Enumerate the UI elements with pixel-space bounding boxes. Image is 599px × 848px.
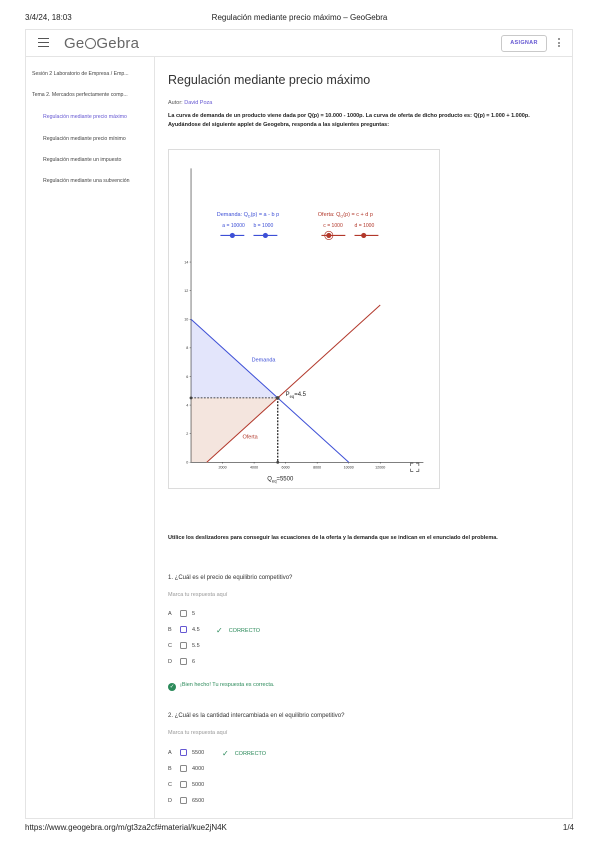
menu-icon[interactable] <box>38 38 49 47</box>
fullscreen-icon[interactable] <box>410 462 420 472</box>
y-tick-label: 2 <box>186 432 188 436</box>
author-link[interactable]: David Poza <box>184 100 212 106</box>
slider-d-label: d = 1000 <box>355 223 375 229</box>
q1-feedback: ✓ ¡Bien hecho! Tu respuesta es correcta. <box>168 682 275 691</box>
demand-curve-label: Demanda <box>252 357 277 363</box>
top-bar: Ge Gebra ASIGNAR <box>26 30 572 57</box>
print-url: https://www.geogebra.org/m/gt3za2cf#mate… <box>25 823 227 832</box>
correct-badge: ✓ CORRECTO <box>216 626 261 635</box>
checkbox[interactable] <box>180 642 187 649</box>
print-page-number: 1/4 <box>562 823 574 832</box>
equilibrium-price-label: Peq=4.5 <box>286 392 307 399</box>
checkmark-icon: ✓ <box>222 749 229 758</box>
logo-mark-icon <box>84 38 96 49</box>
equilibrium-quantity-label: Qeq=5500 <box>267 477 294 484</box>
checkbox[interactable] <box>180 610 187 617</box>
check-circle-icon: ✓ <box>168 683 176 691</box>
q2-option-a[interactable]: A 5500 ✓ CORRECTO <box>168 749 368 759</box>
print-title: Regulación mediante precio máximo – GeoG… <box>211 13 388 22</box>
question-1-placeholder: Marca tu respuesta aquí <box>168 592 228 598</box>
producer-surplus-area <box>191 397 278 463</box>
question-2: 2. ¿Cuál es la cantidad intercambiada en… <box>168 713 345 719</box>
y-tick-label: 10 <box>184 318 188 322</box>
author-line: Autor: David Poza <box>168 100 213 106</box>
more-options-icon[interactable] <box>558 38 561 49</box>
print-header: 3/4/24, 18:03 Regulación mediante precio… <box>25 13 574 25</box>
sidebar: Sesión 2 Laboratorio de Empresa / Emp...… <box>26 57 155 818</box>
sidebar-item-precio-maximo[interactable]: Regulación mediante precio máximo <box>43 114 127 120</box>
y-tick-label: 8 <box>186 346 188 350</box>
y-tick-label: 6 <box>186 375 188 379</box>
slider-c-label: c = 1000 <box>323 223 343 229</box>
assign-button[interactable]: ASIGNAR <box>501 35 547 52</box>
page-title: Regulación mediante precio máximo <box>168 73 371 87</box>
checkbox-checked[interactable] <box>180 626 187 633</box>
q2-option-b[interactable]: B 4000 <box>168 765 368 775</box>
x-tick-label: 8000 <box>313 466 321 470</box>
sidebar-item-impuesto[interactable]: Regulación mediante un impuesto <box>43 157 121 163</box>
checkbox[interactable] <box>180 797 187 804</box>
y-tick-label: 12 <box>184 289 188 293</box>
q1-option-c[interactable]: C 5.5 <box>168 642 368 652</box>
demand-equation: Demanda: QD(p) = a - b p <box>217 212 279 218</box>
y-tick-label: 14 <box>184 260 188 264</box>
y-tick-label: 0 <box>186 461 188 465</box>
question-1: 1. ¿Cuál es el precio de equilibrio comp… <box>168 575 293 581</box>
checkbox[interactable] <box>180 781 187 788</box>
correct-badge: ✓ CORRECTO <box>222 749 267 758</box>
price-axis-point <box>189 396 193 400</box>
slider-b-handle[interactable] <box>262 232 268 238</box>
slider-b-label: b = 1000 <box>253 223 273 229</box>
checkbox[interactable] <box>180 765 187 772</box>
question-2-placeholder: Marca tu respuesta aquí <box>168 730 228 736</box>
print-footer: https://www.geogebra.org/m/gt3za2cf#mate… <box>25 823 574 835</box>
slider-a-label: a = 10000 <box>222 223 245 229</box>
x-tick-label: 10000 <box>344 466 354 470</box>
sidebar-item-precio-minimo[interactable]: Regulación mediante precio mínimo <box>43 136 126 142</box>
x-tick-label: 12000 <box>375 466 385 470</box>
quantity-axis-point <box>276 460 280 464</box>
applet-instructions: Utilice los deslizadores para conseguir … <box>168 535 498 541</box>
q2-option-d[interactable]: D 6500 <box>168 797 368 807</box>
supply-curve-label: Oferta <box>242 434 258 440</box>
sidebar-item-session[interactable]: Sesión 2 Laboratorio de Empresa / Emp... <box>32 71 129 77</box>
x-tick-label: 4000 <box>250 466 258 470</box>
sidebar-item-subvencion[interactable]: Regulación mediante una subvención <box>43 178 130 184</box>
applet-graph[interactable]: 14 12 10 8 6 4 2 0 2000 4000 6000 8000 10000 12000 De… <box>169 150 439 488</box>
slider-d-handle[interactable] <box>361 232 367 238</box>
browser-page: Ge Gebra ASIGNAR Sesión 2 Laboratorio de … <box>25 29 573 819</box>
q1-option-d[interactable]: D6 <box>168 658 368 668</box>
geogebra-applet[interactable]: 14 12 10 8 6 4 2 0 2000 4000 6000 8000 10000 12000 De… <box>168 149 440 489</box>
checkbox[interactable] <box>180 658 187 665</box>
slider-a-handle[interactable] <box>229 232 235 238</box>
y-tick-label: 4 <box>186 403 188 407</box>
checkbox-checked[interactable] <box>180 749 187 756</box>
problem-statement: La curva de demanda de un producto viene… <box>168 113 530 128</box>
sidebar-item-topic[interactable]: Tema 2. Mercados perfectamente comp... <box>32 92 128 98</box>
checkmark-icon: ✓ <box>216 626 223 635</box>
x-tick-label: 2000 <box>218 466 226 470</box>
supply-equation: Oferta: QO(p) = c + d p <box>318 212 373 218</box>
q2-option-c[interactable]: C 5000 <box>168 781 368 791</box>
q1-option-a[interactable]: A5 <box>168 610 368 620</box>
slider-c-handle[interactable] <box>326 232 332 238</box>
q1-option-b[interactable]: B 4.5 ✓ CORRECTO <box>168 626 368 636</box>
equilibrium-point[interactable] <box>275 396 280 400</box>
geogebra-logo[interactable]: Ge Gebra <box>64 35 139 52</box>
x-tick-label: 6000 <box>282 466 290 470</box>
